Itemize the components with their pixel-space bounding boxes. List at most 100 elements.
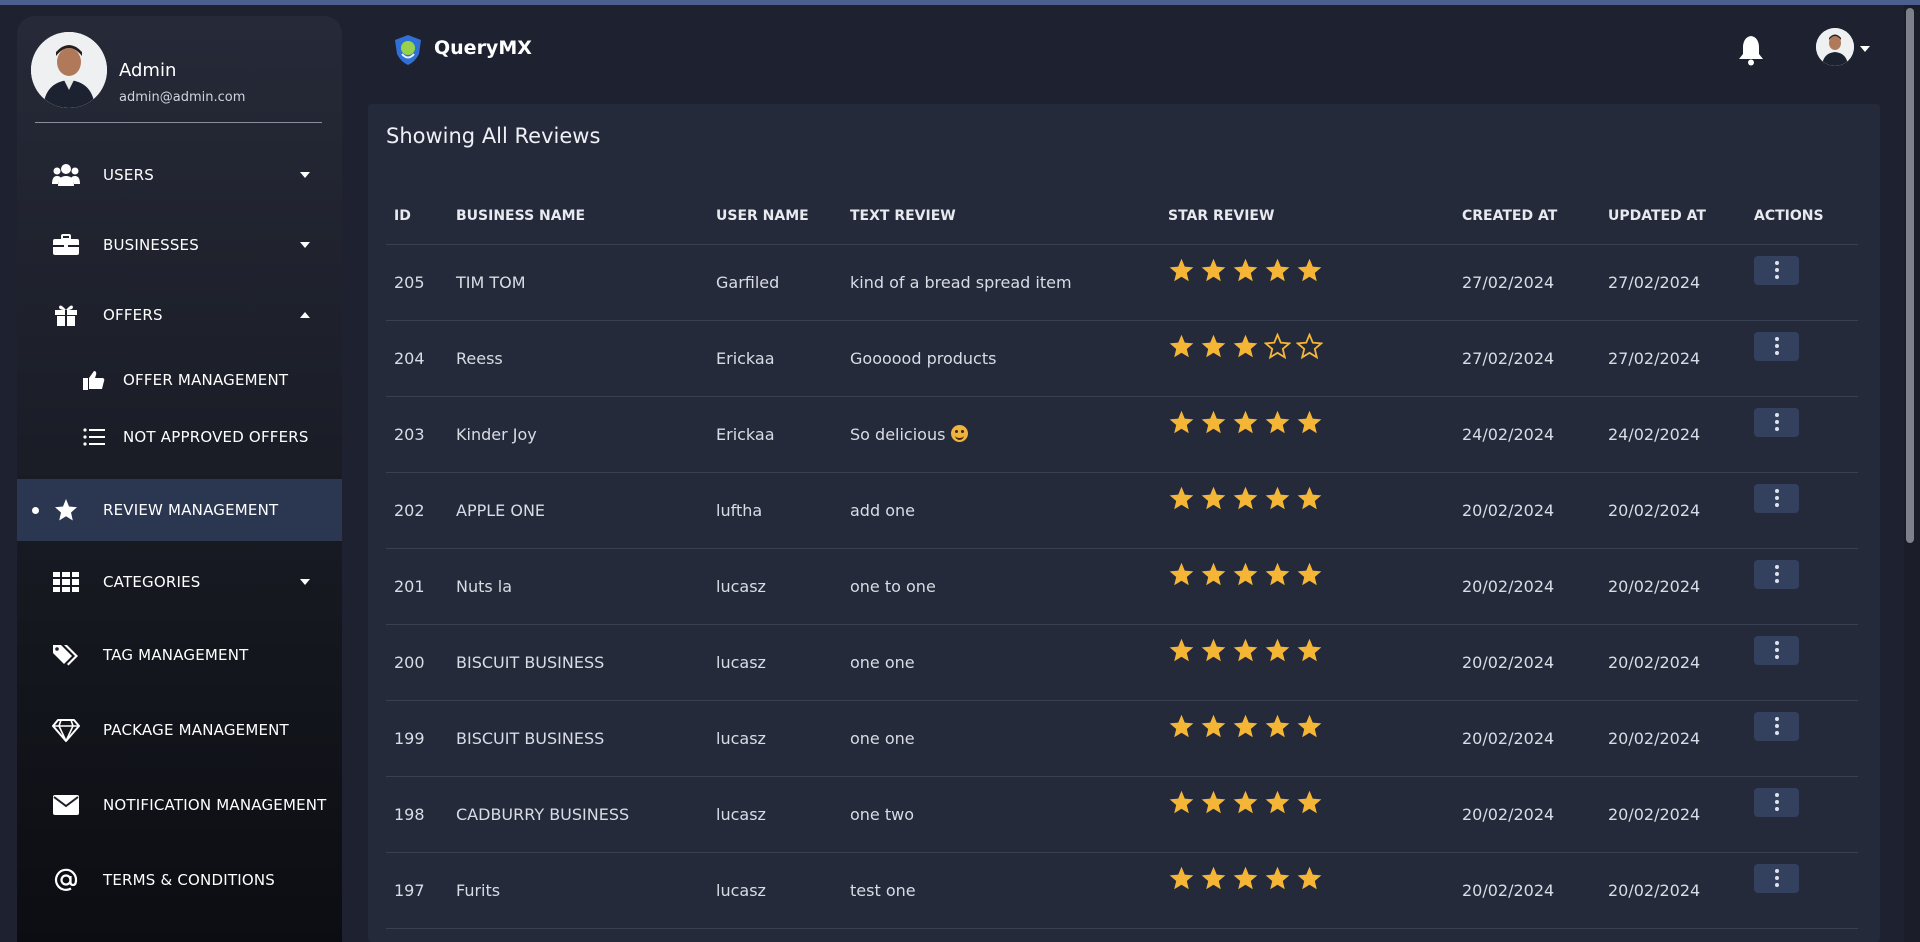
column-header-id[interactable]: ID — [386, 188, 448, 245]
sidebar-item-label: NOT APPROVED OFFERS — [123, 428, 309, 446]
kebab-dot-icon — [1774, 427, 1779, 431]
cell-star-review — [1160, 548, 1454, 625]
table-row[interactable]: 197 Furits lucasz test one 20/02/2024 20/02/2… — [386, 852, 1858, 929]
kebab-dot-icon — [1774, 717, 1779, 721]
sidebar-item-review-management[interactable]: REVIEW MANAGEMENT — [17, 479, 342, 541]
star-empty-icon — [1296, 332, 1323, 359]
sidebar-item-categories[interactable]: CATEGORIES — [17, 551, 342, 613]
user-avatar[interactable] — [1816, 28, 1854, 66]
row-actions-button[interactable] — [1754, 407, 1799, 437]
sidebar-item-offer-management[interactable]: OFFER MANAGEMENT — [17, 349, 342, 411]
star-filled-icon — [1169, 334, 1194, 357]
cell-updated-at: 20/02/2024 — [1600, 624, 1746, 701]
cell-business-name-text: BISCUIT BUSINESS — [456, 728, 605, 748]
row-actions-button[interactable] — [1754, 863, 1799, 893]
cell-user-name: Erickaa — [708, 396, 842, 473]
star-filled-icon — [1169, 562, 1194, 585]
table-row[interactable]: 198 CADBURRY BUSINESS lucasz one two 20/02/2… — [386, 776, 1858, 853]
row-actions-button[interactable] — [1754, 711, 1799, 741]
cell-text-review: So delicious — [842, 396, 1160, 473]
cell-created-at: 27/02/2024 — [1454, 244, 1600, 321]
reviews-table: ID BUSINESS NAME USER NAME TEXT REVIEW S… — [386, 188, 1858, 929]
cell-actions — [1746, 396, 1858, 473]
cell-business-name: CADBURRY BUSINESS — [448, 776, 708, 853]
cell-star-review — [1160, 320, 1454, 397]
cell-updated-at: 20/02/2024 — [1600, 548, 1746, 625]
avatar[interactable] — [31, 32, 107, 108]
cell-business-name: BISCUIT BUSINESS — [448, 624, 708, 701]
column-header-business-name[interactable]: BUSINESS NAME — [448, 188, 708, 245]
cell-created-at: 20/02/2024 — [1454, 472, 1600, 549]
briefcase-icon — [51, 230, 81, 260]
cell-user-name: Garfiled — [708, 244, 842, 321]
cell-business-name-text: CADBURRY BUSINESS — [456, 804, 630, 824]
kebab-dot-icon — [1774, 731, 1779, 735]
cell-id: 200 — [386, 624, 448, 701]
sidebar-item-offers[interactable]: OFFERS — [17, 284, 342, 346]
star-filled-icon — [1297, 866, 1322, 889]
sidebar-item-notification-management[interactable]: NOTIFICATION MANAGEMENT — [17, 774, 342, 836]
star-filled-icon — [1201, 714, 1226, 737]
logo-icon[interactable] — [392, 34, 424, 66]
sidebar-item-terms-conditions[interactable]: TERMS & CONDITIONS — [17, 849, 342, 911]
table-row[interactable]: 203 Kinder Joy Erickaa So delicious 24/02/20… — [386, 396, 1858, 473]
table-row[interactable]: 202 APPLE ONE luftha add one 20/02/2024 20/02… — [386, 472, 1858, 549]
kebab-dot-icon — [1774, 793, 1779, 797]
chevron-down-icon — [300, 172, 310, 178]
column-header-updated-at[interactable]: UPDATED AT — [1600, 188, 1746, 245]
star-filled-icon — [1169, 790, 1194, 813]
scrollbar-thumb[interactable] — [1906, 8, 1914, 543]
column-header-actions: ACTIONS — [1746, 188, 1858, 245]
table-row[interactable]: 204 Reess Erickaa Goooood products 27/02/202… — [386, 320, 1858, 397]
row-actions-button[interactable] — [1754, 559, 1799, 589]
star-filled-icon — [1297, 714, 1322, 737]
star-filled-icon — [1233, 486, 1258, 509]
column-header-created-at[interactable]: CREATED AT — [1454, 188, 1600, 245]
sidebar-item-package-management[interactable]: PACKAGE MANAGEMENT — [17, 699, 342, 761]
cell-text-review: test one — [842, 852, 1160, 929]
row-actions-button[interactable] — [1754, 635, 1799, 665]
table-row[interactable]: 199 BISCUIT BUSINESS lucasz one one 20/02/20… — [386, 700, 1858, 777]
cell-business-name-text: Kinder Joy — [456, 424, 537, 444]
column-header-text-review[interactable]: TEXT REVIEW — [842, 188, 1160, 245]
row-actions-button[interactable] — [1754, 483, 1799, 513]
table-row[interactable]: 200 BISCUIT BUSINESS lucasz one one 20/02/20… — [386, 624, 1858, 701]
cell-star-review — [1160, 776, 1454, 853]
sidebar-item-businesses[interactable]: BUSINESSES — [17, 214, 342, 276]
column-header-user-name[interactable]: USER NAME — [708, 188, 842, 245]
cell-user-name: lucasz — [708, 700, 842, 777]
row-actions-button[interactable] — [1754, 787, 1799, 817]
profile-email: admin@admin.com — [119, 90, 246, 105]
star-filled-icon — [1169, 410, 1194, 433]
cell-id: 201 — [386, 548, 448, 625]
star-filled-icon — [1169, 714, 1194, 737]
column-header-star-review[interactable]: STAR REVIEW — [1160, 188, 1454, 245]
star-filled-icon — [1265, 790, 1290, 813]
star-filled-icon — [1233, 638, 1258, 661]
cell-created-at: 27/02/2024 — [1454, 320, 1600, 397]
cell-text-review: add one — [842, 472, 1160, 549]
chevron-down-icon[interactable] — [1860, 46, 1870, 52]
cell-user-name: luftha — [708, 472, 842, 549]
table-row[interactable]: 205 TIM TOM Garfiled kind of a bread spread… — [386, 244, 1858, 321]
row-actions-button[interactable] — [1754, 331, 1799, 361]
brand-name[interactable]: QueryMX — [434, 37, 532, 59]
cell-star-review — [1160, 396, 1454, 473]
profile: Admin admin@admin.com — [31, 32, 321, 124]
sidebar-item-not-approved-offers[interactable]: NOT APPROVED OFFERS — [17, 406, 342, 468]
cell-updated-at: 27/02/2024 — [1600, 320, 1746, 397]
row-actions-button[interactable] — [1754, 255, 1799, 285]
sidebar-item-tag-management[interactable]: TAG MANAGEMENT — [17, 624, 342, 686]
star-rating — [1168, 561, 1454, 588]
cell-business-name: Kinder Joy — [448, 396, 708, 473]
star-rating — [1168, 409, 1454, 436]
sidebar-item-users[interactable]: USERS — [17, 144, 342, 206]
cell-user-name-text: lucasz — [716, 880, 766, 900]
table-row[interactable]: 201 Nuts la lucasz one to one 20/02/2024 20/0… — [386, 548, 1858, 625]
cell-business-name: TIM TOM — [448, 244, 708, 321]
kebab-dot-icon — [1774, 648, 1779, 652]
cell-text-review-text: one one — [850, 652, 915, 672]
kebab-dot-icon — [1774, 572, 1779, 576]
cell-text-review-text: So delicious — [850, 424, 946, 444]
bell-icon[interactable] — [1736, 34, 1766, 66]
